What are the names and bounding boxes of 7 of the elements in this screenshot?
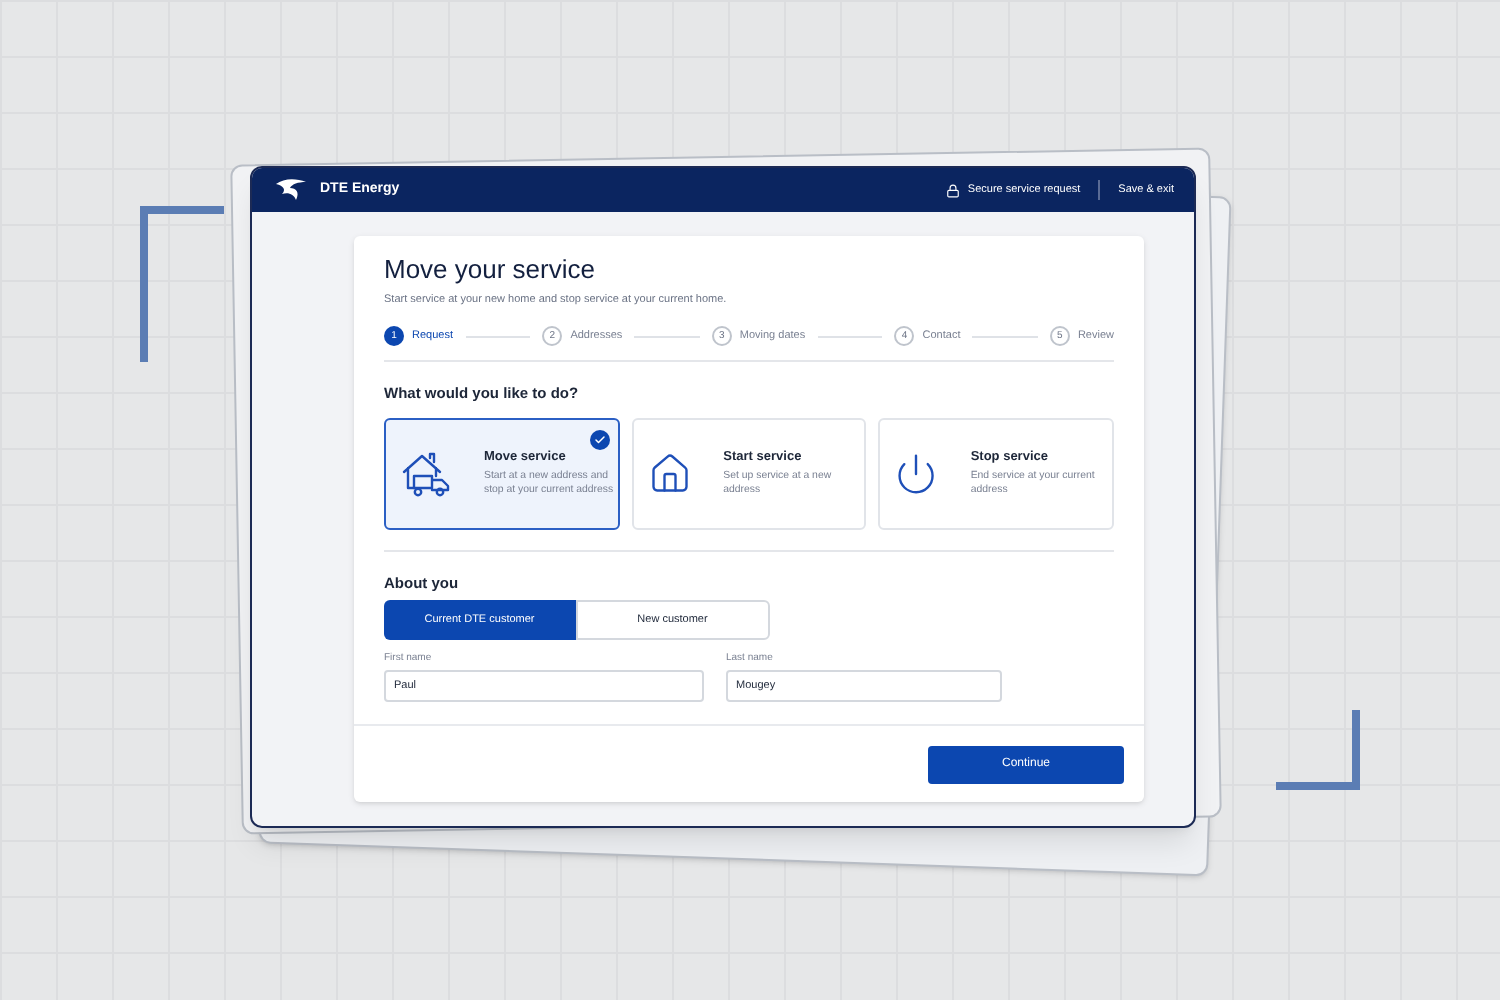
- check-badge: [589, 429, 610, 449]
- lock-icon: [945, 183, 960, 197]
- page-title: Move your service: [384, 254, 597, 286]
- power-icon: [894, 451, 939, 495]
- house-icon: [647, 451, 692, 495]
- corner-bracket: [1276, 710, 1360, 790]
- house-truck-icon: [400, 449, 452, 497]
